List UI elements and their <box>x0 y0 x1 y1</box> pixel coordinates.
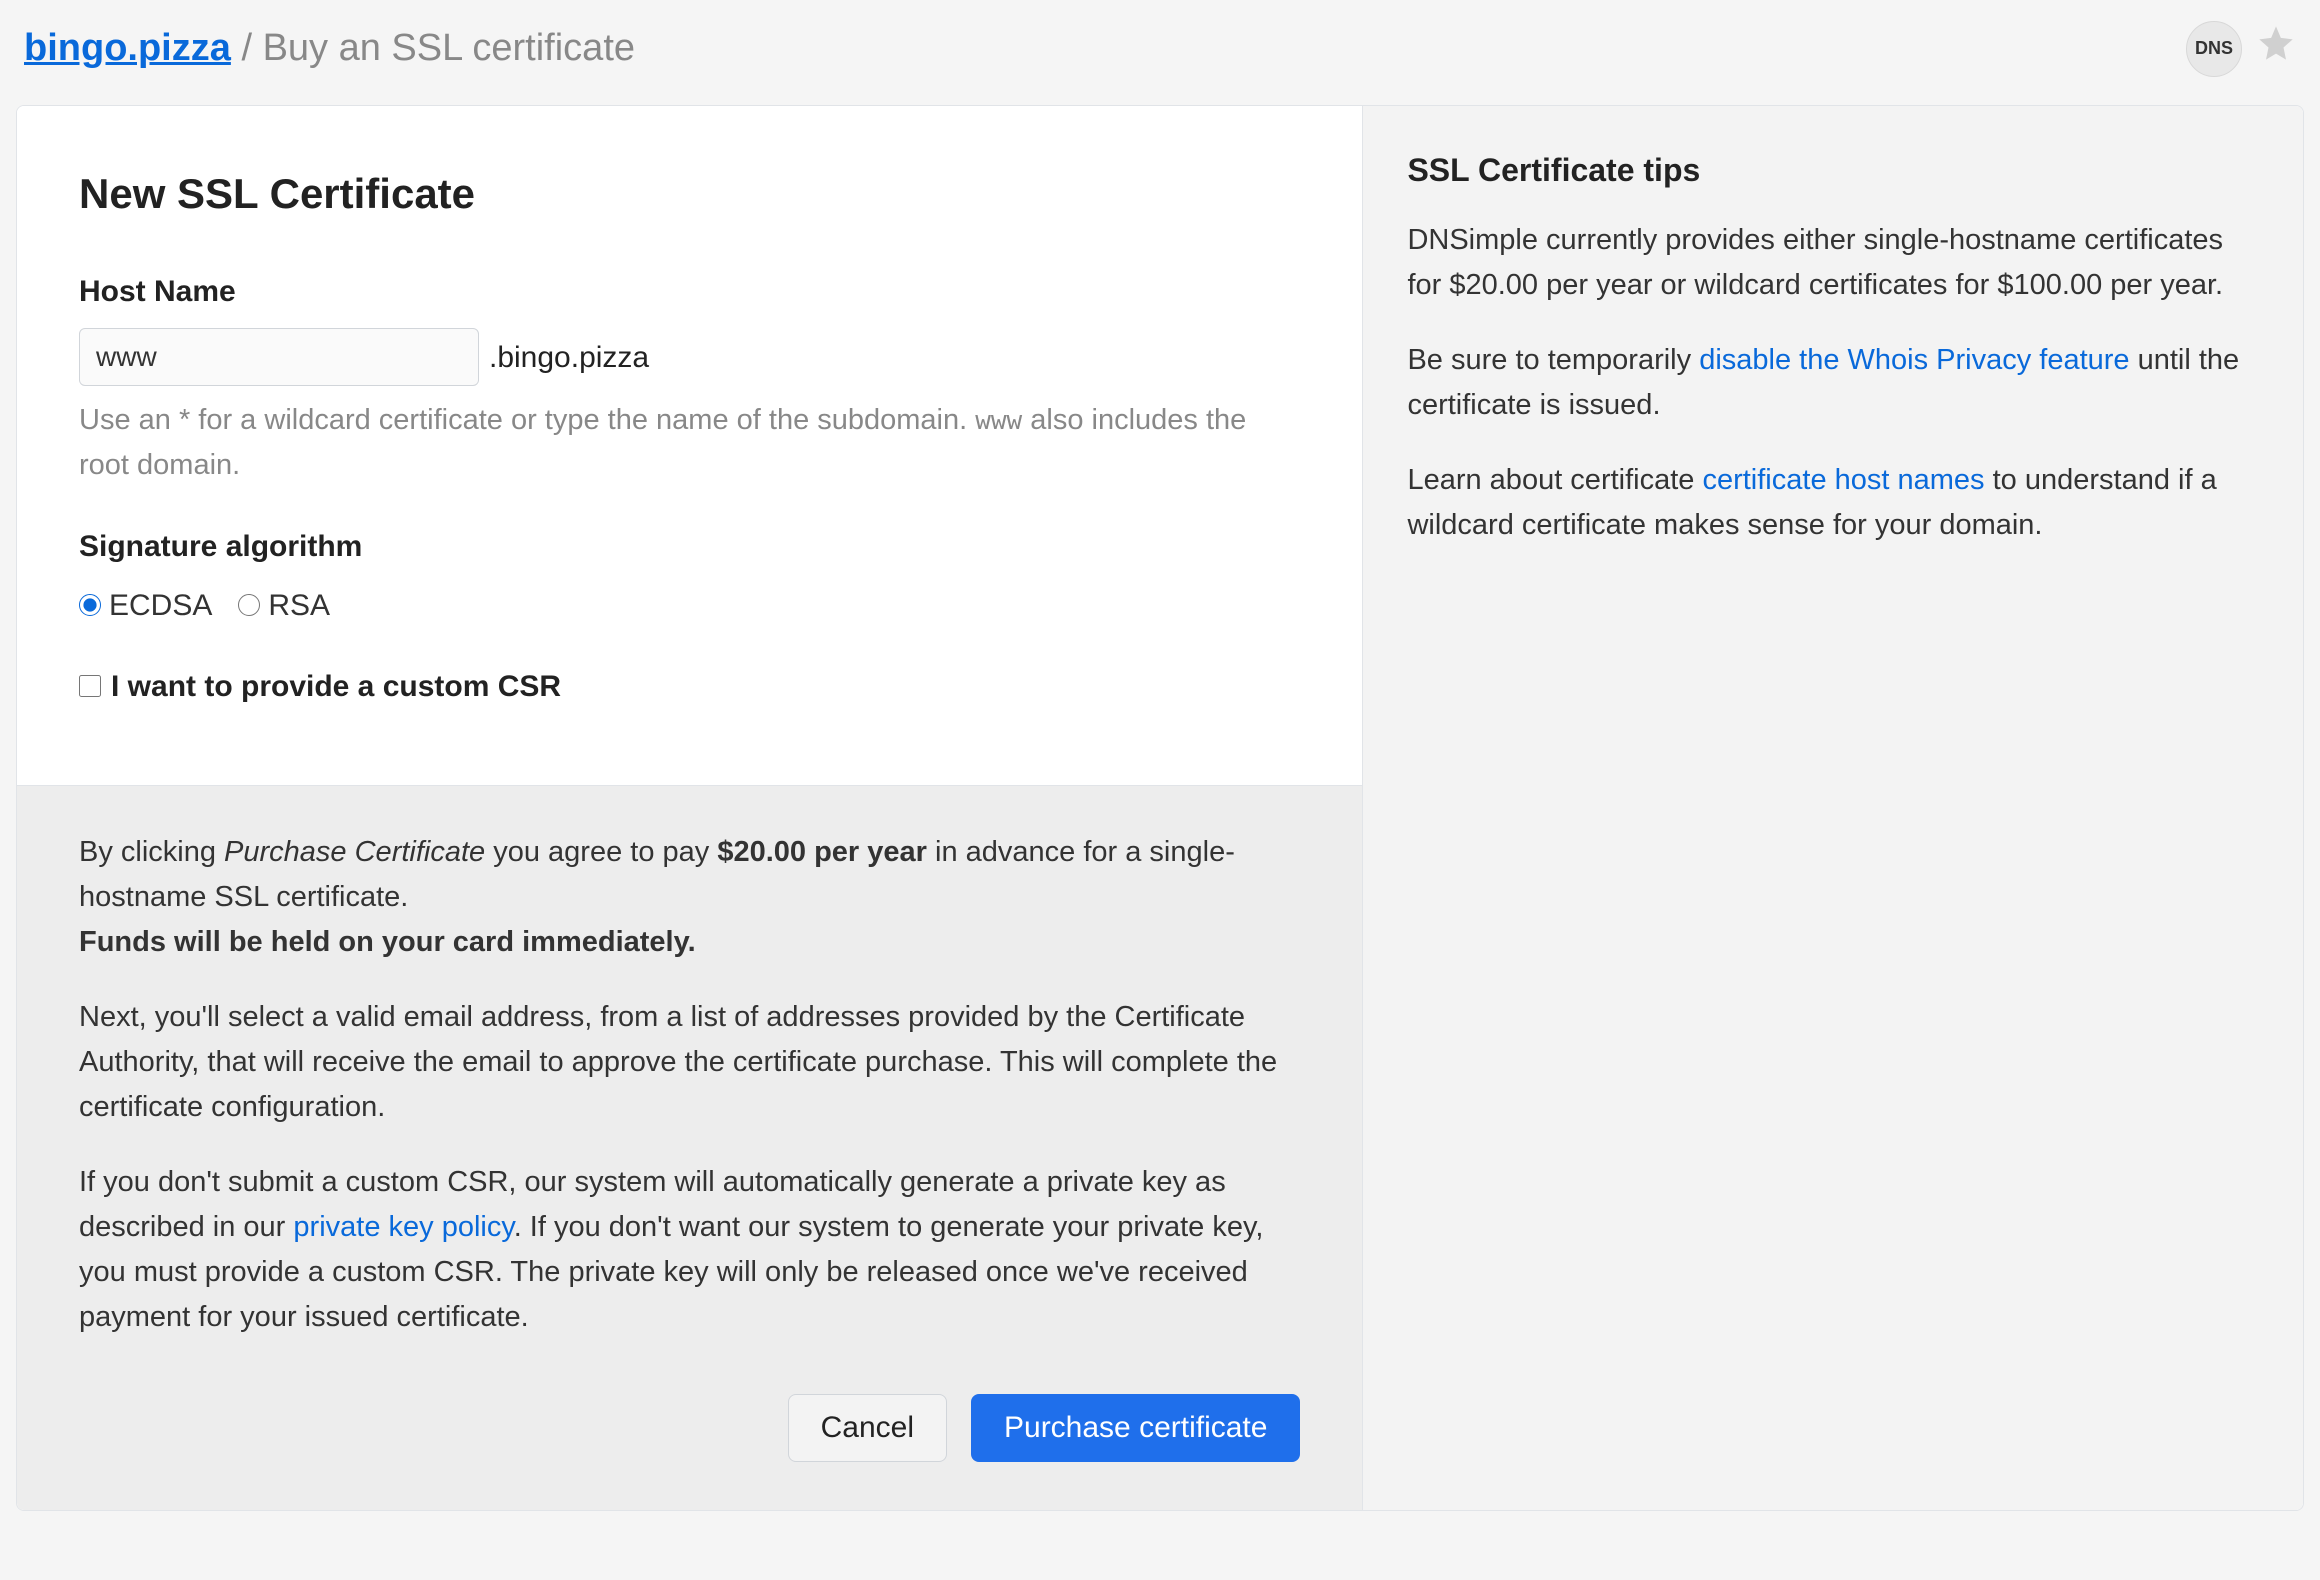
form-section: New SSL Certificate Host Name .bingo.piz… <box>17 106 1362 785</box>
host-name-suffix: .bingo.pizza <box>489 335 649 380</box>
notice-paragraph-2: Next, you'll select a valid email addres… <box>79 995 1300 1130</box>
host-name-input[interactable] <box>79 328 479 386</box>
cert-host-names-link[interactable]: certificate host names <box>1702 464 1984 496</box>
host-name-label: Host Name <box>79 269 1300 314</box>
radio-ecdsa[interactable] <box>79 594 101 616</box>
signature-label: Signature algorithm <box>79 524 1300 569</box>
cancel-button[interactable]: Cancel <box>788 1394 947 1462</box>
star-icon[interactable] <box>2256 23 2296 75</box>
custom-csr-label: I want to provide a custom CSR <box>111 664 561 709</box>
host-name-help: Use an * for a wildcard certificate or t… <box>79 398 1300 488</box>
header-actions: DNS <box>2186 21 2296 77</box>
radio-rsa[interactable] <box>238 594 260 616</box>
page-title: New SSL Certificate <box>79 162 1300 225</box>
tips-paragraph-3: Learn about certificate certificate host… <box>1407 458 2259 548</box>
signature-option-ecdsa[interactable]: ECDSA <box>79 583 212 628</box>
left-column: New SSL Certificate Host Name .bingo.piz… <box>17 106 1362 1510</box>
signature-option-rsa[interactable]: RSA <box>238 583 330 628</box>
main-content: New SSL Certificate Host Name .bingo.piz… <box>16 105 2304 1511</box>
whois-privacy-link[interactable]: disable the Whois Privacy feature <box>1699 344 2129 376</box>
breadcrumb-domain-link[interactable]: bingo.pizza <box>24 27 231 69</box>
tips-sidebar: SSL Certificate tips DNSimple currently … <box>1362 106 2303 1510</box>
page-header: bingo.pizza / Buy an SSL certificate DNS <box>0 0 2320 105</box>
breadcrumb-separator: / <box>241 27 262 69</box>
tips-title: SSL Certificate tips <box>1407 146 2259 194</box>
dns-badge[interactable]: DNS <box>2186 21 2242 77</box>
private-key-policy-link[interactable]: private key policy <box>293 1211 513 1243</box>
notice-section: By clicking Purchase Certificate you agr… <box>17 785 1362 1509</box>
host-name-row: .bingo.pizza <box>79 328 1300 386</box>
button-row: Cancel Purchase certificate <box>79 1394 1300 1462</box>
custom-csr-checkbox-row[interactable]: I want to provide a custom CSR <box>79 664 561 709</box>
breadcrumb: bingo.pizza / Buy an SSL certificate <box>24 20 635 77</box>
tips-paragraph-1: DNSimple currently provides either singl… <box>1407 218 2259 308</box>
notice-paragraph-1: By clicking Purchase Certificate you agr… <box>79 830 1300 965</box>
breadcrumb-page-name: Buy an SSL certificate <box>263 27 635 69</box>
signature-field-group: Signature algorithm ECDSA RSA <box>79 524 1300 628</box>
tips-paragraph-2: Be sure to temporarily disable the Whois… <box>1407 338 2259 428</box>
signature-radio-row: ECDSA RSA <box>79 583 1300 628</box>
custom-csr-field-group: I want to provide a custom CSR <box>79 664 1300 710</box>
host-name-field-group: Host Name .bingo.pizza Use an * for a wi… <box>79 269 1300 488</box>
custom-csr-checkbox[interactable] <box>79 675 101 697</box>
notice-paragraph-3: If you don't submit a custom CSR, our sy… <box>79 1160 1300 1340</box>
purchase-button[interactable]: Purchase certificate <box>971 1394 1300 1462</box>
